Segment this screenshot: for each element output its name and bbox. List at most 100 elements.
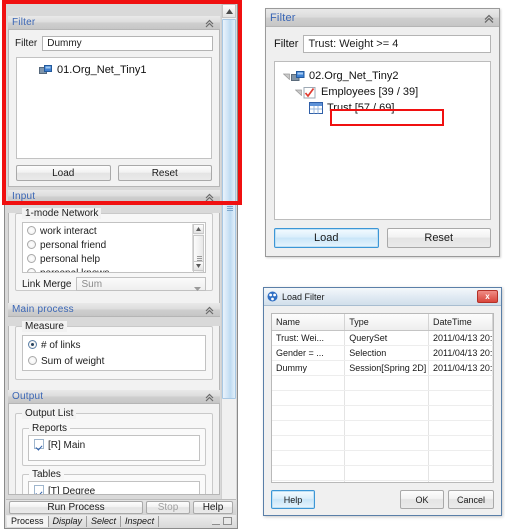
table-row[interactable]: Gender = ... Selection 2011/04/13 20:3..…	[272, 345, 493, 361]
dialog-cancel-button[interactable]: Cancel	[448, 490, 494, 509]
cell-empty	[344, 375, 430, 391]
table-row-empty[interactable]	[272, 390, 493, 406]
dialog-title-bar[interactable]: Load Filter x	[264, 288, 501, 306]
checkbox-checked-icon[interactable]	[303, 86, 317, 99]
tab-select[interactable]: Select	[87, 515, 122, 527]
tab-process[interactable]: Process	[7, 515, 49, 527]
list-item[interactable]: [R] Main	[34, 439, 194, 453]
column-header-name[interactable]: Name	[272, 314, 346, 331]
table-header-row: Name Type DateTime	[272, 314, 493, 331]
expander-icon[interactable]	[293, 89, 303, 96]
reports-group: Reports [R] Main	[22, 423, 206, 466]
radio-icon[interactable]	[27, 268, 36, 272]
cell-empty	[272, 450, 346, 466]
maximize-icon[interactable]	[223, 517, 232, 525]
radio-icon[interactable]	[28, 356, 37, 365]
cell-empty	[344, 390, 430, 406]
link-merge-label: Link Merge	[22, 278, 72, 290]
cell-type: Selection	[344, 345, 430, 361]
tree-item-network[interactable]: 02.Org_Net_Tiny2	[279, 68, 486, 84]
collapse-chevron-icon[interactable]	[483, 13, 494, 24]
list-item[interactable]: work interact	[27, 225, 201, 239]
cell-empty	[344, 465, 430, 481]
table-row-empty[interactable]	[272, 480, 493, 482]
table-row-empty[interactable]	[272, 420, 493, 436]
one-mode-network-list[interactable]: work interact personal friend personal h…	[22, 222, 206, 273]
left-filter-tree[interactable]: 01.Org_Net_Tiny1	[16, 57, 212, 159]
table-row-empty[interactable]	[272, 375, 493, 391]
radio-icon[interactable]	[28, 340, 37, 349]
left-filter-input[interactable]: Dummy	[42, 36, 213, 51]
tree-item-label: 02.Org_Net_Tiny2	[309, 70, 399, 82]
list-item[interactable]: # of links	[28, 338, 200, 354]
column-header-datetime[interactable]: DateTime	[428, 314, 493, 331]
tab-display[interactable]: Display	[49, 515, 88, 527]
list-item[interactable]: [T] Degree	[34, 485, 194, 494]
dialog-ok-button[interactable]: OK	[400, 490, 444, 509]
collapse-chevron-icon[interactable]	[204, 192, 215, 203]
left-main-process-header[interactable]: Main process	[8, 303, 220, 317]
scrollbar-thumb[interactable]	[222, 19, 236, 399]
scroll-up-arrow[interactable]	[193, 224, 204, 234]
list-item[interactable]: personal help	[27, 253, 201, 267]
cell-empty	[428, 390, 493, 406]
radio-icon[interactable]	[27, 254, 36, 263]
filter-load-button[interactable]: Load	[274, 228, 379, 248]
table-row-empty[interactable]	[272, 465, 493, 481]
tables-group: Tables [T] Degree	[22, 469, 206, 494]
scroll-up-arrow[interactable]	[222, 4, 236, 18]
column-header-type[interactable]: Type	[344, 314, 430, 331]
radio-icon[interactable]	[27, 240, 36, 249]
stop-button[interactable]: Stop	[146, 501, 190, 514]
left-panel-scrollbar[interactable]	[221, 4, 236, 507]
scroll-down-arrow[interactable]	[193, 261, 204, 271]
command-bar: Run Process Stop Help	[6, 499, 236, 515]
tables-list[interactable]: [T] Degree	[28, 481, 200, 494]
run-process-button[interactable]: Run Process	[9, 501, 143, 514]
minimize-icon[interactable]	[212, 520, 220, 525]
filter-input[interactable]: Trust: Weight >= 4	[303, 35, 491, 53]
dialog-buttons: Help OK Cancel	[271, 490, 494, 509]
left-output-header[interactable]: Output	[8, 390, 220, 404]
close-icon[interactable]: x	[477, 290, 498, 303]
list-item[interactable]: personal friend	[27, 239, 201, 253]
checkbox-icon[interactable]	[34, 485, 44, 494]
collapse-chevron-icon[interactable]	[204, 305, 215, 316]
filter-panel-header[interactable]: Filter	[266, 9, 499, 27]
left-filter-header[interactable]: Filter	[8, 16, 220, 30]
left-input-header[interactable]: Input	[8, 190, 220, 204]
filter-grid[interactable]: Name Type DateTime Trust: Wei... QuerySe…	[271, 313, 494, 483]
app-icon	[267, 291, 278, 302]
reports-list[interactable]: [R] Main	[28, 435, 200, 461]
measure-list[interactable]: # of links Sum of weight	[22, 335, 206, 371]
radio-icon[interactable]	[27, 226, 36, 235]
list-item[interactable]: personal knows	[27, 267, 201, 272]
tree-item[interactable]: 01.Org_Net_Tiny1	[21, 62, 207, 78]
table-row-empty[interactable]	[272, 435, 493, 451]
table-row[interactable]: Dummy Session[Spring 2D] 2011/04/13 20:3…	[272, 360, 493, 376]
table-row-empty[interactable]	[272, 405, 493, 421]
measure-group: Measure # of links Sum of weight	[15, 321, 213, 380]
help-button[interactable]: Help	[193, 501, 233, 514]
collapse-chevron-icon[interactable]	[204, 392, 215, 403]
collapse-chevron-icon[interactable]	[204, 18, 215, 29]
link-merge-combo[interactable]: Sum	[76, 277, 206, 291]
tab-inspect[interactable]: Inspect	[121, 515, 160, 527]
left-reset-button[interactable]: Reset	[117, 165, 212, 181]
left-input-body: 1-mode Network work interact personal fr…	[8, 208, 220, 304]
table-row-empty[interactable]	[272, 450, 493, 466]
tree-item-employees[interactable]: Employees [39 / 39]	[279, 84, 486, 100]
list-scrollbar[interactable]	[192, 224, 204, 272]
left-load-button[interactable]: Load	[16, 165, 111, 181]
left-filter-title: Filter	[12, 17, 36, 28]
list-item[interactable]: Sum of weight	[28, 354, 200, 370]
table-row[interactable]: Trust: Wei... QuerySet 2011/04/13 20:4..…	[272, 330, 493, 346]
tree-item-trust[interactable]: Trust [57 / 69]	[279, 100, 486, 116]
expander-icon[interactable]	[281, 73, 291, 80]
cell-empty	[344, 450, 430, 466]
checkbox-icon[interactable]	[34, 439, 44, 449]
filter-tree[interactable]: 02.Org_Net_Tiny2 Employees [39 / 39] Tru…	[274, 61, 491, 220]
cell-datetime: 2011/04/13 20:3...	[428, 345, 493, 361]
filter-reset-button[interactable]: Reset	[386, 228, 491, 248]
dialog-help-button[interactable]: Help	[271, 490, 315, 509]
